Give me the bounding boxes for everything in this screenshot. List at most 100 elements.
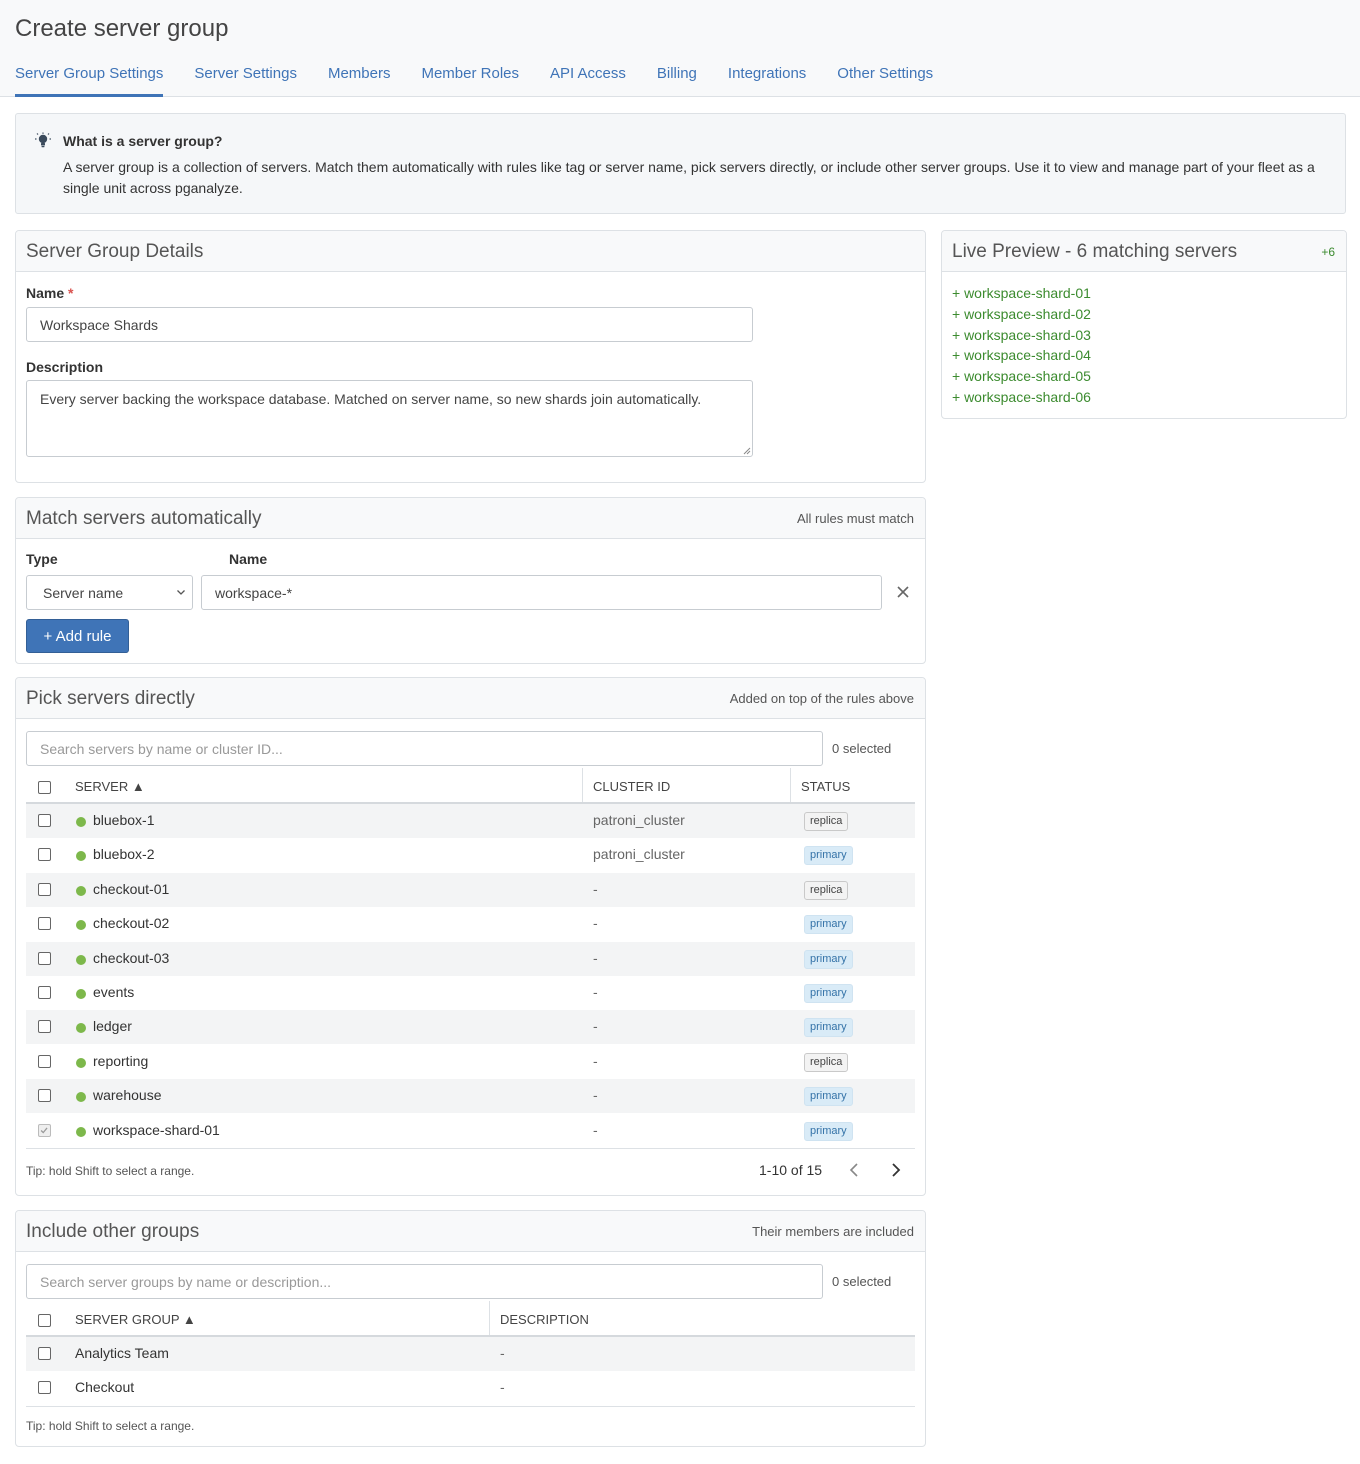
table-row[interactable]: checkout-02 - primary (26, 907, 915, 941)
row-checkbox[interactable] (38, 883, 51, 896)
live-preview-delta: +6 (1321, 245, 1335, 259)
group-description: - (500, 1379, 505, 1395)
table-row[interactable]: checkout-03 - primary (26, 942, 915, 976)
column-cluster-id[interactable]: CLUSTER ID (593, 779, 670, 794)
row-checkbox[interactable] (38, 1055, 51, 1068)
tab-server-settings[interactable]: Server Settings (194, 64, 297, 97)
preview-item: + workspace-shard-05 (952, 368, 1091, 385)
table-row[interactable]: ledger - primary (26, 1010, 915, 1044)
row-checkbox[interactable] (38, 1020, 51, 1033)
row-checkbox[interactable] (38, 986, 51, 999)
server-search-input[interactable] (26, 731, 823, 766)
cluster-id: patroni_cluster (593, 812, 685, 828)
column-divider (790, 768, 791, 802)
server-name: reporting (93, 1053, 149, 1069)
info-title: What is a server group? (63, 133, 223, 149)
group-search-input[interactable] (26, 1264, 823, 1299)
cluster-id: - (593, 915, 598, 931)
select-all-servers-checkbox[interactable] (38, 781, 51, 794)
row-checkbox[interactable] (38, 814, 51, 827)
online-status-dot (76, 1023, 86, 1033)
column-description[interactable]: DESCRIPTION (500, 1312, 589, 1327)
table-row[interactable]: warehouse - primary (26, 1079, 915, 1113)
row-checkbox[interactable] (38, 1347, 51, 1360)
server-name: events (93, 984, 135, 1000)
table-row[interactable]: checkout-01 - replica (26, 873, 915, 907)
status-badge: primary (804, 984, 853, 1003)
table-row[interactable]: Checkout - (26, 1371, 915, 1405)
rule-name-label: Name (229, 551, 268, 567)
cluster-id: - (593, 1053, 598, 1069)
shift-select-tip: Tip: hold Shift to select a range. (26, 1164, 195, 1178)
table-footer-divider (26, 1148, 915, 1149)
chevron-down-icon (177, 590, 185, 595)
details-panel-title: Server Group Details (26, 241, 204, 262)
row-checkbox[interactable] (38, 848, 51, 861)
rule-type-select[interactable]: Server name (26, 575, 193, 610)
live-preview-list: + workspace-shard-01 + workspace-shard-0… (952, 283, 1091, 408)
tab-billing[interactable]: Billing (657, 64, 697, 97)
cluster-id: - (593, 1018, 598, 1034)
row-checkbox-checked-disabled (38, 1124, 51, 1137)
groups-table-header: SERVER GROUP ▲ DESCRIPTION (26, 1301, 915, 1337)
pick-servers-title: Pick servers directly (26, 688, 195, 709)
table-row[interactable]: workspace-shard-01 - primary (26, 1114, 915, 1148)
pick-servers-header: Pick servers directly Added on top of th… (16, 678, 925, 719)
online-status-dot (76, 886, 86, 896)
row-checkbox[interactable] (38, 1089, 51, 1102)
name-input[interactable] (26, 307, 753, 342)
table-row[interactable]: Analytics Team - (26, 1337, 915, 1371)
online-status-dot (76, 955, 86, 965)
group-name: Checkout (75, 1379, 135, 1395)
online-status-dot (76, 851, 86, 861)
chevron-left-icon[interactable] (847, 1162, 863, 1178)
table-row[interactable]: bluebox-2 patroni_cluster primary (26, 838, 915, 872)
name-label-text: Name (26, 285, 65, 301)
preview-item: + workspace-shard-01 (952, 285, 1091, 301)
remove-rule-icon[interactable] (896, 585, 910, 599)
info-callout: What is a server group? A server group i… (15, 113, 1346, 214)
row-checkbox[interactable] (38, 1381, 51, 1394)
status-badge: replica (804, 1053, 849, 1072)
resize-grip-icon[interactable] (743, 447, 751, 455)
column-divider (489, 1301, 490, 1335)
include-groups-note: Their members are included (752, 1224, 914, 1239)
select-all-groups-checkbox[interactable] (38, 1314, 51, 1327)
server-name: checkout-02 (93, 915, 170, 931)
tab-other-settings[interactable]: Other Settings (837, 64, 933, 97)
required-marker: * (68, 285, 74, 301)
status-badge: primary (804, 846, 853, 865)
description-textarea[interactable]: Every server backing the workspace datab… (26, 380, 753, 457)
table-row[interactable]: events - primary (26, 976, 915, 1010)
servers-table-header: SERVER ▲ CLUSTER ID STATUS (26, 768, 915, 804)
tab-api-access[interactable]: API Access (550, 64, 626, 97)
servers-selected-count: 0 selected (832, 741, 892, 756)
column-server-group[interactable]: SERVER GROUP ▲ (75, 1312, 196, 1327)
table-row[interactable]: reporting - replica (26, 1045, 915, 1079)
row-checkbox[interactable] (38, 917, 51, 930)
server-name: checkout-03 (93, 950, 170, 966)
table-row[interactable]: bluebox-1 patroni_cluster replica (26, 804, 915, 838)
preview-item: + workspace-shard-03 (952, 326, 1091, 343)
groups-selected-count: 0 selected (832, 1274, 892, 1289)
row-checkbox[interactable] (38, 952, 51, 965)
tab-member-roles[interactable]: Member Roles (421, 64, 519, 97)
tab-integrations[interactable]: Integrations (728, 64, 806, 97)
status-badge: primary (804, 1018, 853, 1037)
column-server[interactable]: SERVER ▲ (75, 779, 145, 794)
server-name: bluebox-2 (93, 846, 155, 862)
cluster-id: - (593, 881, 598, 897)
chevron-right-icon[interactable] (887, 1162, 903, 1178)
details-panel-header: Server Group Details (16, 231, 925, 272)
settings-tabs: Server Group Settings Server Settings Me… (15, 64, 964, 97)
rule-name-input[interactable] (201, 575, 882, 610)
column-status[interactable]: STATUS (801, 779, 850, 794)
checkmark-icon (40, 1127, 48, 1134)
rules-panel-header: Match servers automatically All rules mu… (16, 498, 925, 539)
add-rule-button[interactable]: + Add rule (26, 619, 129, 653)
cluster-id: - (593, 950, 598, 966)
server-name: ledger (93, 1018, 132, 1034)
status-badge: primary (804, 1087, 853, 1106)
tab-members[interactable]: Members (328, 64, 391, 97)
tab-server-group-settings[interactable]: Server Group Settings (15, 64, 164, 97)
